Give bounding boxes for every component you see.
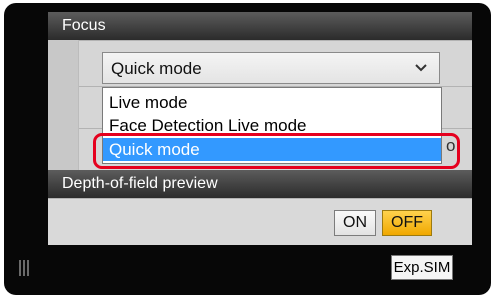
focus-mode-select[interactable]: Quick mode xyxy=(102,52,440,84)
screenshot-frame: Focus Depth-of-field preview o Quick mod… xyxy=(0,0,495,298)
chevron-down-icon[interactable] xyxy=(413,58,429,76)
depth-of-field-header: Depth-of-field preview xyxy=(48,170,472,198)
dof-on-button[interactable]: ON xyxy=(334,210,376,236)
callout-highlight xyxy=(93,133,460,169)
focus-left-column xyxy=(48,40,79,170)
option-live-mode[interactable]: Live mode xyxy=(103,91,441,114)
dof-off-button[interactable]: OFF xyxy=(382,210,432,236)
grip-icon[interactable] xyxy=(19,260,29,276)
exp-sim-button[interactable]: Exp.SIM xyxy=(391,255,453,280)
focus-header: Focus xyxy=(48,12,472,40)
focus-mode-select-value: Quick mode xyxy=(111,59,202,78)
